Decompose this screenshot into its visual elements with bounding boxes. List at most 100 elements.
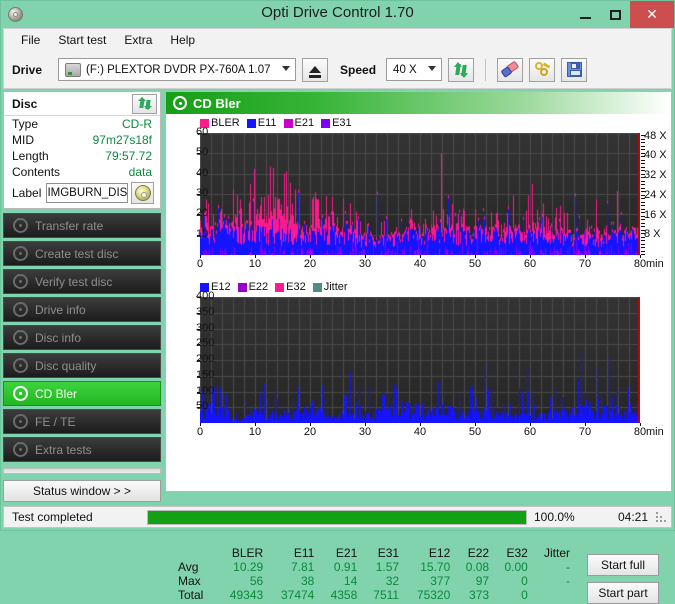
axis-tick-label: 30 — [358, 258, 372, 270]
close-button[interactable]: ✕ — [630, 1, 674, 28]
drive-select[interactable]: (F:) PLEXTOR DVDR PX-760A 1.07 — [58, 58, 297, 81]
start-part-button[interactable]: Start part — [587, 582, 659, 604]
tools-button[interactable] — [529, 57, 556, 82]
sidebar-item-drive-info[interactable]: Drive info — [3, 297, 161, 322]
legend-entry: E22 — [237, 281, 268, 293]
disc-info-panel: Disc Type CD-R MID 97m27s18f Length 79:5… — [3, 91, 161, 209]
disc-row-value: 79:57.72 — [105, 149, 152, 163]
legend-entry: E31 — [321, 117, 352, 129]
axis-tick-label: 16 X — [644, 208, 667, 221]
sidebar-item-create-test-disc[interactable]: Create test disc — [3, 241, 161, 266]
disc-row-key: Contents — [12, 165, 61, 179]
stats-cell: 15.70 — [420, 560, 451, 574]
stats-cell: 0.08 — [465, 560, 490, 574]
stats-cell: 7511 — [373, 588, 400, 602]
legend-swatch — [321, 118, 331, 128]
maximize-button[interactable] — [600, 1, 630, 28]
table-row: Max 56 38 14 32 377 97 0 - — [174, 574, 574, 588]
chevron-down-icon — [428, 66, 437, 71]
axis-tick — [641, 149, 645, 150]
stats-cell: 4358 — [330, 588, 358, 602]
axis-tick — [197, 133, 200, 134]
axis-tick — [641, 205, 645, 206]
table-row: Total 49343 37474 4358 7511 75320 373 0 — [174, 588, 574, 602]
axis-tick-label: 80 — [633, 258, 647, 270]
status-window-button[interactable]: Status window > > — [3, 480, 161, 502]
sidebar-item-label: Disc quality — [35, 358, 97, 373]
close-icon: ✕ — [646, 6, 658, 22]
sidebar-item-label: Disc info — [35, 330, 82, 345]
sidebar-item-label: CD Bler — [35, 386, 78, 401]
axis-tick — [641, 159, 645, 161]
refresh-button[interactable] — [448, 57, 475, 82]
axis-tick — [641, 135, 645, 136]
stats-cell: 14 — [343, 574, 358, 588]
stats-cell: 38 — [300, 574, 315, 588]
axis-tick-label: 50 — [468, 426, 482, 438]
disc-icon — [13, 358, 28, 373]
stats-header-row: BLER E11 E21 E31 E12 E22 E32 Jitter — [174, 546, 574, 560]
axis-tick — [641, 170, 645, 171]
axis-tick — [641, 187, 645, 189]
axis-tick — [641, 236, 645, 238]
refresh-icon — [453, 61, 469, 78]
drive-label: Drive — [12, 62, 43, 77]
sidebar-item-disc-quality[interactable]: Disc quality — [3, 353, 161, 378]
erase-button[interactable] — [497, 57, 524, 82]
start-full-button[interactable]: Start full — [587, 554, 659, 576]
speed-select-value: 40 X — [393, 63, 417, 76]
menu-item-file[interactable]: File — [12, 31, 49, 49]
sidebar-item-cd-bler[interactable]: CD Bler — [3, 381, 161, 406]
disc-icon — [13, 414, 28, 429]
sidebar-item-fe-te[interactable]: FE / TE — [3, 409, 161, 434]
sidebar-item-disc-info[interactable]: Disc info — [3, 325, 161, 350]
page-title: CD Bler — [193, 95, 241, 111]
eject-icon — [309, 66, 322, 78]
sidebar-item-transfer-rate[interactable]: Transfer rate — [3, 213, 161, 238]
resize-grip[interactable] — [654, 510, 668, 524]
sidebar-item-verify-test-disc[interactable]: Verify test disc — [3, 269, 161, 294]
disc-label-button[interactable] — [131, 182, 155, 204]
legend-label: BLER — [211, 117, 240, 129]
disc-icon — [13, 442, 28, 457]
axis-tick — [365, 255, 366, 258]
disc-label-input[interactable]: IMGBURN_DIS — [46, 183, 129, 203]
axis-tick — [641, 240, 645, 241]
disc-icon — [13, 246, 28, 261]
panel-header: CD Bler — [166, 92, 671, 114]
menu-item-extra[interactable]: Extra — [115, 31, 161, 49]
axis-tick — [255, 255, 256, 258]
refresh-icon — [137, 96, 152, 111]
speed-select[interactable]: 40 X — [386, 58, 443, 81]
menu-item-start-test[interactable]: Start test — [49, 31, 115, 49]
stats-cell: - — [566, 574, 570, 588]
disc-panel-title: Disc — [12, 96, 38, 111]
save-button[interactable] — [561, 57, 588, 82]
eject-button[interactable] — [302, 57, 329, 82]
axis-tick-label: 70 — [578, 258, 592, 270]
speed-label: Speed — [340, 62, 377, 77]
disc-row-type: Type CD-R — [4, 116, 160, 132]
chart-bler-legend: BLER E11 E21 E31 — [200, 117, 356, 129]
stats-cell: 10.29 — [233, 560, 264, 574]
axis-tick-label: 40 — [413, 258, 427, 270]
minimize-button[interactable] — [570, 1, 600, 28]
legend-label: E31 — [332, 117, 352, 129]
sidebar-item-extra-tests[interactable]: Extra tests — [3, 437, 161, 462]
axis-tick-label: 60 — [523, 258, 537, 270]
axis-tick — [475, 423, 476, 426]
stats-cell: - — [566, 560, 570, 574]
stats-cell: 7.81 — [290, 560, 315, 574]
axis-tick — [197, 407, 200, 409]
eraser-icon — [500, 60, 520, 78]
stats-cell: 0 — [521, 588, 528, 602]
disc-refresh-button[interactable] — [132, 93, 157, 114]
menu-item-help[interactable]: Help — [161, 31, 204, 49]
axis-tick — [641, 250, 645, 252]
table-row: Avg 10.29 7.81 0.91 1.57 15.70 0.08 0.00… — [174, 560, 574, 574]
axis-tick — [640, 255, 641, 258]
stats-corner — [174, 546, 216, 560]
axis-tick — [641, 191, 645, 192]
stats-col-e12: E12 — [428, 546, 451, 560]
axis-tick — [641, 254, 645, 255]
